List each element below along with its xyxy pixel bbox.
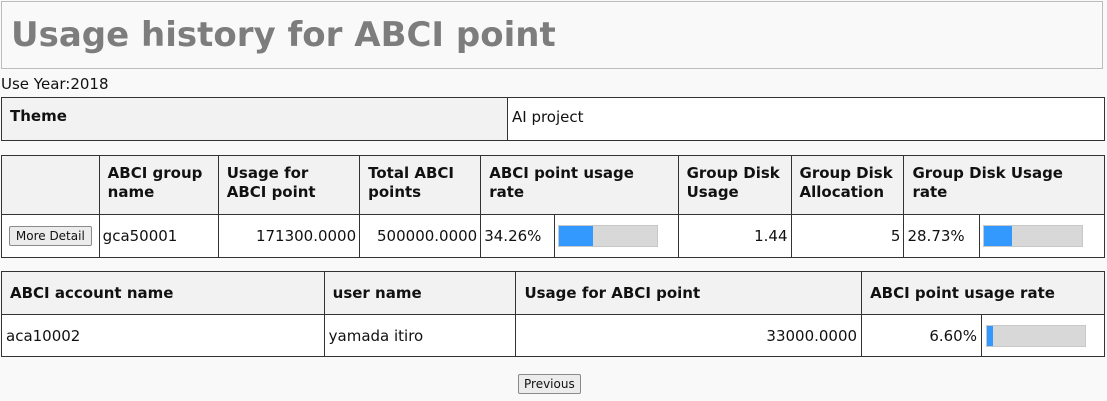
- header-usage: Usage for ABCI point: [217, 155, 361, 215]
- rate-progress-fill: [559, 226, 594, 246]
- header-disk-allocation: Group Disk Allocation: [790, 155, 905, 215]
- disk-rate-progress-bar: [982, 225, 1083, 247]
- header-account-usage: Usage for ABCI point: [515, 271, 863, 315]
- header-rate: ABCI point usage rate: [480, 155, 679, 215]
- rate-text-cell: 34.26%: [480, 214, 556, 258]
- use-year-label: Use Year:: [1, 75, 71, 93]
- account-header-row: ABCI account name user name Usage for AB…: [1, 271, 1105, 315]
- disk-rate-text-cell: 28.73%: [903, 214, 980, 258]
- previous-button[interactable]: Previous: [518, 374, 581, 394]
- group-usage-table: ABCI group name Usage for ABCI point Tot…: [1, 155, 1106, 258]
- more-detail-button[interactable]: More Detail: [8, 226, 92, 246]
- disk-rate-progress-fill: [983, 226, 1012, 246]
- header-group-name: ABCI group name: [98, 155, 219, 215]
- header-disk-usage: Group Disk Usage: [677, 155, 792, 215]
- header-disk-rate: Group Disk Usage rate: [903, 155, 1105, 215]
- account-rate-progress-fill: [986, 325, 994, 346]
- pagination: Previous: [518, 373, 581, 394]
- usage-cell: 171300.0000: [217, 214, 361, 258]
- theme-value: AI project: [507, 97, 1105, 141]
- header-blank: [1, 155, 100, 215]
- table-row: aca10002 yamada itiro 33000.0000 6.60%: [1, 314, 1106, 357]
- use-year-value: 2018: [70, 75, 109, 93]
- page-header: Usage history for ABCI point: [1, 1, 1103, 69]
- account-rate-text-cell: 6.60%: [861, 314, 982, 357]
- disk-rate-bar-cell: [978, 214, 1106, 258]
- user-name-cell: yamada itiro: [323, 314, 517, 357]
- use-year: Use Year:2018: [1, 74, 109, 94]
- account-rate-bar-cell: [980, 314, 1106, 357]
- group-header-row: ABCI group name Usage for ABCI point Tot…: [1, 155, 1105, 215]
- theme-table: Theme AI project: [1, 97, 1105, 141]
- total-cell: 500000.0000: [359, 214, 482, 258]
- group-name-cell: gca50001: [98, 214, 219, 258]
- theme-header: Theme: [1, 97, 508, 141]
- more-detail-cell: More Detail: [1, 214, 100, 258]
- account-rate-progress-bar: [985, 324, 1086, 347]
- account-name-cell: aca10002: [1, 314, 325, 357]
- header-total: Total ABCI points: [359, 155, 482, 215]
- header-user-name: user name: [323, 271, 517, 315]
- table-row: More Detail gca50001 171300.0000 500000.…: [1, 214, 1106, 258]
- rate-bar-cell: [554, 214, 679, 258]
- rate-progress-bar: [558, 225, 659, 247]
- account-usage-cell: 33000.0000: [515, 314, 863, 357]
- disk-allocation-cell: 5: [790, 214, 905, 258]
- disk-usage-cell: 1.44: [677, 214, 792, 258]
- account-usage-table: ABCI account name user name Usage for AB…: [1, 271, 1106, 357]
- header-account-name: ABCI account name: [1, 271, 325, 315]
- header-account-rate: ABCI point usage rate: [861, 271, 1105, 315]
- page-title: Usage history for ABCI point: [11, 15, 556, 55]
